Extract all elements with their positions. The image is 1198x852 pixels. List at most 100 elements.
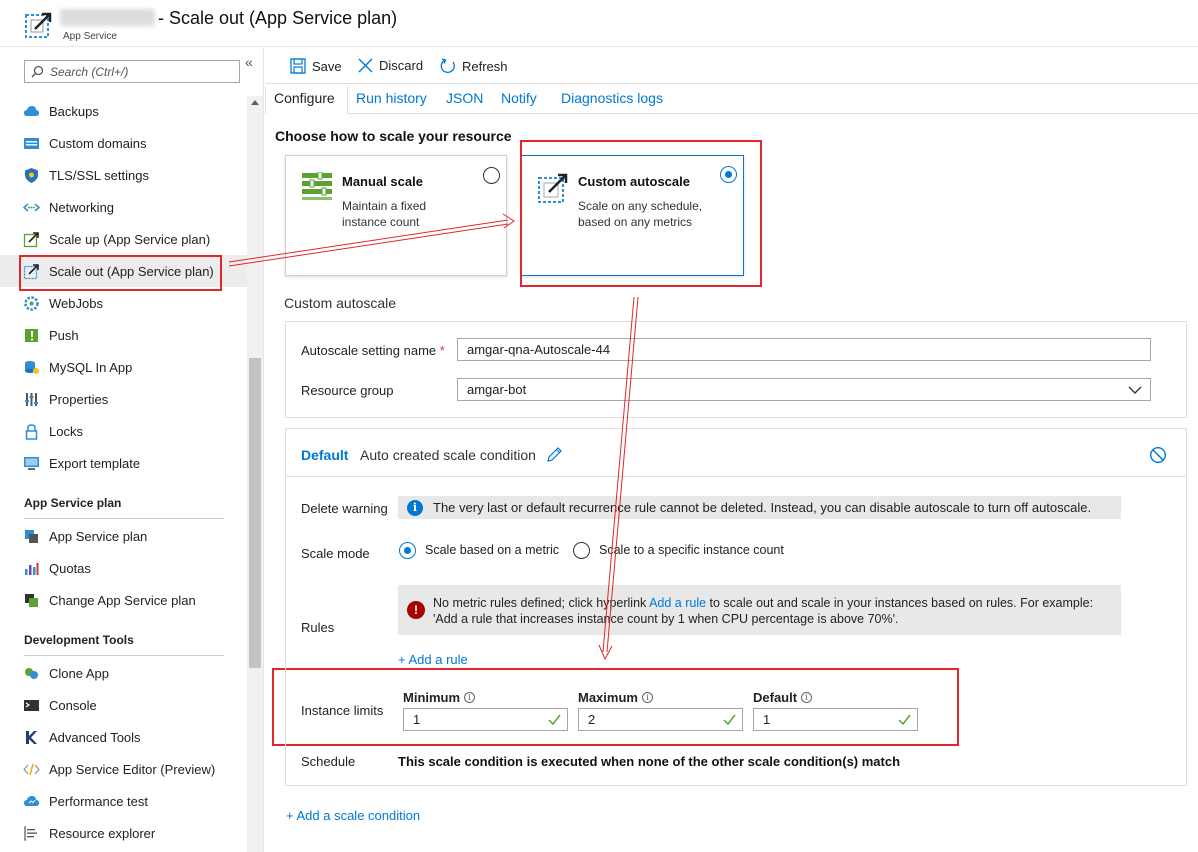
sidebar-item-label: Networking [49,199,115,215]
info-circle-icon[interactable]: i [641,692,653,703]
sidebar-item-performance-test[interactable]: Performance test [0,785,247,817]
scrollbar-thumb[interactable] [249,358,261,668]
maximum-value: 2 [588,712,596,727]
page-header: - Scale out (App Service plan) App Servi… [0,0,1198,47]
scroll-up-icon[interactable] [251,100,259,105]
sidebar-item-label: WebJobs [49,295,103,311]
collapse-sidebar-icon[interactable]: « [245,54,253,70]
tab-border [265,86,266,114]
page-title: - Scale out (App Service plan) [158,8,398,28]
minimum-label-text: Minimum [403,690,461,705]
sidebar-item-change-plan[interactable]: Change App Service plan [0,584,247,616]
scale-mode-count-label[interactable]: Scale to a specific instance count [599,543,784,557]
manual-scale-title: Manual scale [342,174,423,189]
sidebar-item-networking[interactable]: Networking [0,191,247,223]
default-label: Default i [753,690,813,705]
sidebar-item-export-template[interactable]: Export template [0,447,247,479]
autoscale-setting-name-input[interactable]: amgar-qna-Autoscale-44 [457,338,1151,361]
save-label: Save [312,58,342,74]
instance-limits-label: Instance limits [301,703,384,718]
save-button[interactable]: Save [290,58,342,74]
sidebar-item-app-service-plan[interactable]: App Service plan [0,520,247,552]
sidebar-item-scale-up[interactable]: Scale up (App Service plan) [0,223,247,255]
rules-msg-part: No metric rules defined; click hyperlink [433,596,650,610]
setting-name-label: Autoscale setting name * [301,343,445,358]
default-input[interactable]: 1 [753,708,918,731]
console-icon [23,697,40,714]
tab-notify[interactable]: Notify [501,90,537,106]
maximum-input[interactable]: 2 [578,708,743,731]
sidebar-item-quotas[interactable]: Quotas [0,552,247,584]
add-rule-link[interactable]: + Add a rule [398,652,468,667]
sidebar-item-locks[interactable]: Locks [0,415,247,447]
add-rule-inline-link[interactable]: Add a rule [649,596,706,610]
search-input[interactable]: Search (Ctrl+/) [24,60,240,83]
sidebar-item-webjobs[interactable]: WebJobs [0,287,247,319]
active-tab-gap [265,113,347,115]
resource-group-select[interactable]: amgar-bot [457,378,1151,401]
sidebar-item-resource-explorer[interactable]: Resource explorer [0,817,247,849]
info-circle-icon[interactable]: i [464,692,476,703]
info-circle-icon[interactable]: i [801,692,813,703]
sidebar-item-mysql[interactable]: MySQL In App [0,351,247,383]
disable-condition-icon[interactable] [1149,446,1167,464]
push-icon [23,327,40,344]
add-scale-condition-link[interactable]: + Add a scale condition [286,808,420,823]
sidebar-item-console[interactable]: Console [0,689,247,721]
condition-description: Auto created scale condition [360,447,536,463]
sidebar-item-custom-domains[interactable]: Custom domains [0,127,247,159]
sliders-icon [23,391,40,408]
checkmark-icon [898,714,911,725]
maximum-label-text: Maximum [578,690,638,705]
tab-bar: Configure Run history JSON Notify Diagno… [265,86,1198,114]
delete-warning-text: The very last or default recurrence rule… [433,500,1092,515]
scale-mode-metric-label[interactable]: Scale based on a metric [425,543,559,557]
resource-group-value: amgar-bot [467,382,527,397]
minimum-label: Minimum i [403,690,476,705]
tab-diagnostics-logs[interactable]: Diagnostics logs [561,90,663,106]
autoscale-setting-panel [285,321,1187,418]
sidebar-item-label: Change App Service plan [49,592,196,608]
sidebar-item-tls-ssl[interactable]: TLS/SSL settings [0,159,247,191]
scale-mode-count-radio[interactable] [573,542,590,559]
refresh-icon [440,58,455,74]
delete-warning-message: i The very last or default recurrence ru… [398,496,1121,519]
manual-scale-card[interactable]: Manual scale Maintain a fixed instance c… [285,155,507,276]
refresh-button[interactable]: Refresh [440,58,508,74]
sidebar-item-properties[interactable]: Properties [0,383,247,415]
sidebar-item-clone-app[interactable]: Clone App [0,657,247,689]
discard-button[interactable]: Discard [358,58,423,73]
rules-label: Rules [301,620,335,635]
sidebar-item-advanced-tools[interactable]: Advanced Tools [0,721,247,753]
scale-out-icon [25,12,52,38]
resource-group-label: Resource group [301,383,394,398]
sidebar-item-push[interactable]: Push [0,319,247,351]
close-icon [358,58,373,73]
monitor-icon [23,455,40,472]
manual-scale-radio[interactable] [483,167,500,184]
sidebar-item-label: Console [49,697,97,713]
tab-run-history[interactable]: Run history [356,90,427,106]
sidebar-item-backups[interactable]: Backups [0,95,247,127]
sidebar-scrollbar[interactable] [247,96,263,852]
schedule-text: This scale condition is executed when no… [398,754,901,769]
sidebar-item-label: Locks [49,423,83,439]
edit-pencil-icon[interactable] [546,446,563,463]
tab-json[interactable]: JSON [446,90,483,106]
kudu-icon [23,729,40,746]
custom-autoscale-heading: Custom autoscale [284,295,397,311]
page-subtitle: App Service [63,31,117,42]
scale-mode-metric-radio[interactable] [399,542,416,559]
sidebar-item-app-service-editor[interactable]: App Service Editor (Preview) [0,753,247,785]
sidebar-item-label: Performance test [49,793,148,809]
minimum-value: 1 [413,712,421,727]
annotation-highlight-box [19,255,222,291]
sidebar-item-label: App Service plan [49,528,148,544]
sidebar-item-label: Clone App [49,665,109,681]
plan-icon [23,528,40,545]
minimum-input[interactable]: 1 [403,708,568,731]
section-divider [24,655,224,656]
search-placeholder: Search (Ctrl+/) [50,64,129,79]
save-icon [290,58,306,74]
tab-configure[interactable]: Configure [274,90,335,106]
